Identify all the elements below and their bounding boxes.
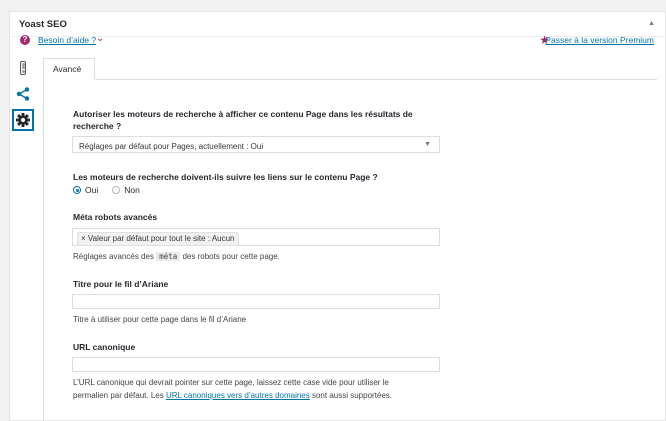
share-icon: [16, 87, 30, 101]
allow-index-label-line1: Autoriser les moteurs de recherche à aff…: [73, 109, 413, 119]
allow-index-label: Autoriser les moteurs de recherche à aff…: [73, 108, 413, 132]
tab-strip: Avancé: [43, 58, 658, 80]
follow-links-label: Les moteurs de recherche doivent-ils sui…: [73, 172, 378, 182]
meta-robots-select[interactable]: × Valeur par défaut pour tout le site : …: [72, 228, 440, 246]
canonical-url-hint-before: permalien par défaut. Les: [73, 391, 164, 400]
breadcrumb-title-label: Titre pour le fil d’Ariane: [73, 279, 169, 289]
breadcrumb-title-input[interactable]: [72, 294, 440, 309]
meta-robots-hint-after: des robots pour cette page.: [182, 252, 280, 261]
help-link[interactable]: Besoin d’aide ?: [38, 35, 96, 45]
tab-advanced-settings[interactable]: [12, 109, 34, 131]
meta-robots-label: Méta robots avancés: [73, 212, 158, 222]
canonical-url-input[interactable]: [72, 357, 440, 372]
canonical-url-hint-after: sont aussi supportées.: [311, 391, 393, 400]
traffic-light-icon: [20, 61, 26, 75]
chevron-down-icon: ▼: [424, 141, 431, 148]
tab-social[interactable]: [12, 83, 34, 105]
radio-non[interactable]: [112, 186, 121, 194]
gear-icon: [16, 113, 30, 127]
follow-links-radios: Oui Non: [73, 185, 140, 195]
canonical-url-hint: L’URL canonique qui devrait pointer sur …: [73, 376, 392, 402]
side-tabs: [12, 57, 34, 135]
canonical-url-hint-line1: L’URL canonique qui devrait pointer sur …: [73, 378, 389, 387]
canonical-url-label: URL canonique: [73, 342, 136, 352]
collapse-arrow-icon[interactable]: ▲: [648, 20, 655, 27]
allow-index-select-value: Réglages par défaut pour Pages, actuelle…: [79, 142, 264, 151]
breadcrumb-title-hint: Titre à utiliser pour cette page dans le…: [73, 315, 247, 324]
tab-readability[interactable]: [12, 57, 34, 79]
radio-non-label[interactable]: Non: [124, 185, 140, 195]
radio-oui-label[interactable]: Oui: [85, 185, 98, 195]
help-row: ? Besoin d’aide ? ⌄ ★ Passer à la versio…: [20, 33, 666, 49]
meta-robots-hint-code: méta: [156, 252, 181, 261]
canonical-url-hint-line2: permalien par défaut. Les URL canoniques…: [73, 389, 392, 402]
tab-avance[interactable]: Avancé: [43, 58, 95, 80]
meta-robots-hint: Réglages avancés des méta des robots pou…: [73, 250, 280, 263]
radio-oui[interactable]: [73, 186, 81, 194]
chevron-down-icon[interactable]: ⌄: [96, 33, 104, 44]
canonical-domains-link[interactable]: URL canoniques vers d’autres domaines: [166, 391, 310, 400]
metabox-title: Yoast SEO: [19, 19, 67, 30]
meta-robots-hint-before: Réglages avancés des: [73, 252, 154, 261]
allow-index-select[interactable]: Réglages par défaut pour Pages, actuelle…: [72, 136, 440, 153]
allow-index-label-line2: recherche ?: [73, 121, 122, 131]
premium-link[interactable]: Passer à la version Premium: [545, 35, 654, 45]
question-circle-icon[interactable]: ?: [20, 35, 30, 45]
meta-robots-token[interactable]: × Valeur par défaut pour tout le site : …: [77, 232, 239, 246]
